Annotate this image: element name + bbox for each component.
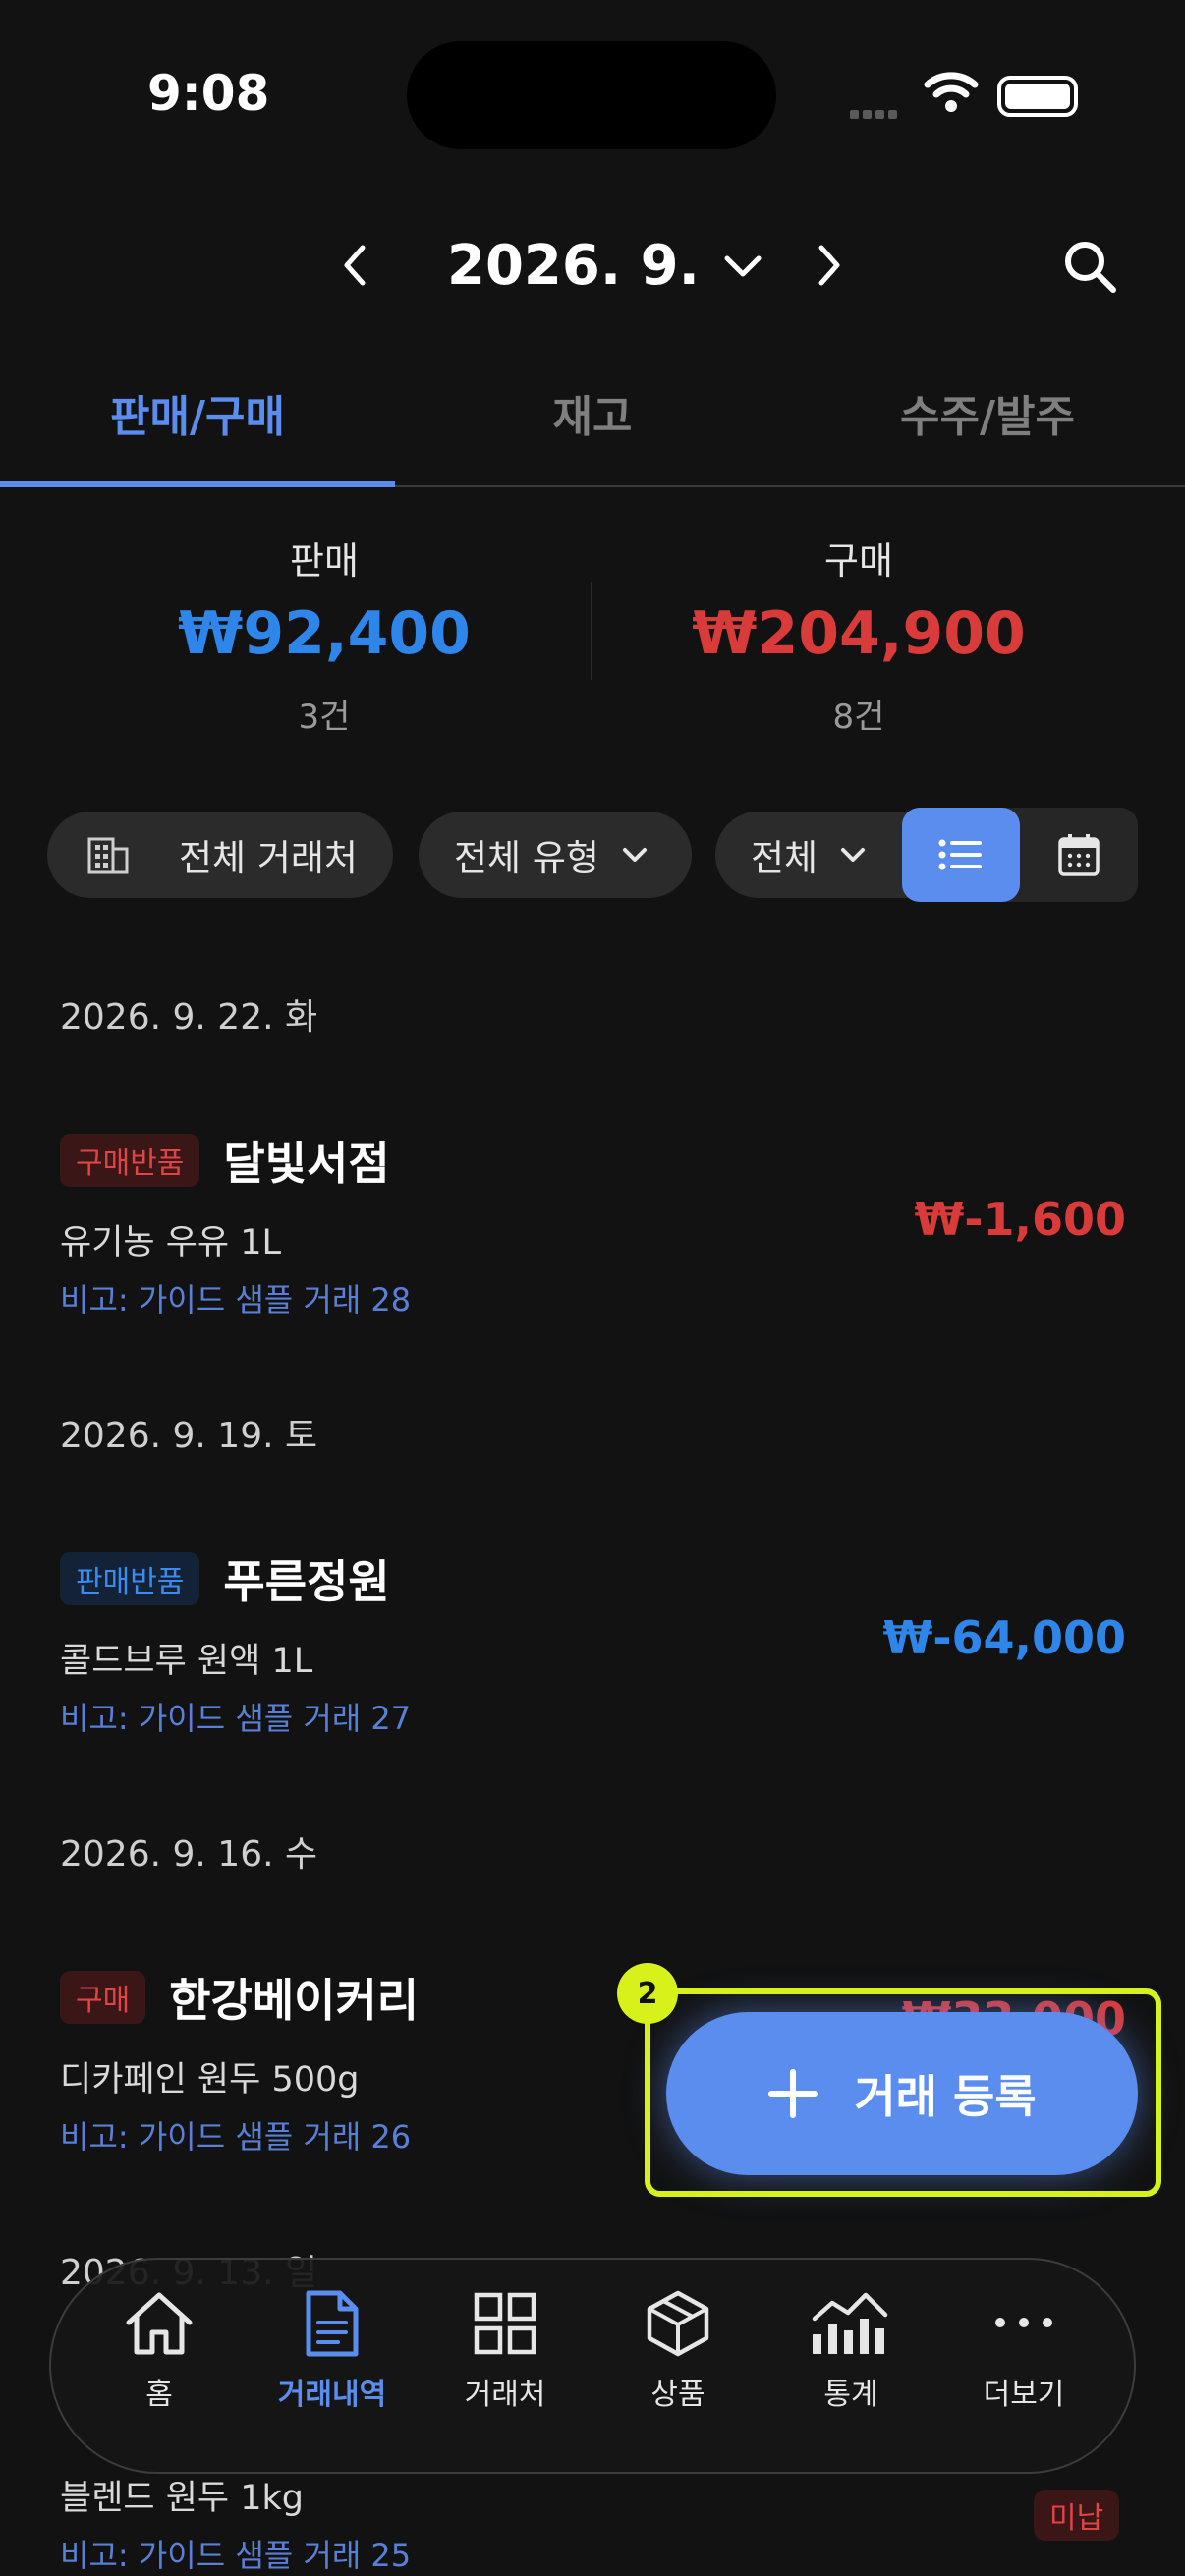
note-text: 비고: 가이드 샘플 거래 26 <box>60 2118 412 2156</box>
vendor-filter-label: 전체 거래처 <box>179 837 358 879</box>
month-label: 2026. 9. <box>447 234 700 298</box>
item-name: 블렌드 원두 1kg <box>60 2479 305 2518</box>
document-icon <box>306 2290 359 2357</box>
item-name: 디카페인 원두 500g <box>60 2060 360 2100</box>
sales-count: 3건 <box>298 698 351 737</box>
type-badge: 판매반품 <box>60 1552 200 1605</box>
note-text: 비고: 가이드 샘플 거래 27 <box>60 1700 412 1737</box>
search-button[interactable] <box>1055 232 1124 301</box>
item-name: 콜드브루 원액 1L <box>60 1642 313 1681</box>
chevron-down-icon <box>724 255 762 276</box>
sales-amount: ₩92,400 <box>178 599 471 668</box>
more-icon <box>995 2318 1052 2327</box>
note-text: 비고: 가이드 샘플 거래 25 <box>60 2537 412 2574</box>
nav-item-stats[interactable]: 통계 <box>764 2289 937 2413</box>
grid-icon <box>474 2292 536 2355</box>
item-name: 유기농 우유 1L <box>60 1223 282 1262</box>
status-time: 9:08 <box>147 65 270 122</box>
chart-icon <box>812 2292 888 2354</box>
nav-item-transactions[interactable]: 거래내역 <box>246 2289 419 2413</box>
list-icon <box>938 839 982 870</box>
nav-label: 거래내역 <box>277 2378 387 2412</box>
dynamic-island <box>407 41 776 149</box>
chevron-down-icon <box>841 848 866 862</box>
nav-item-home[interactable]: 홈 <box>73 2289 246 2413</box>
highlight-frame <box>645 1988 1161 2197</box>
type-badge: 구매반품 <box>60 1134 200 1187</box>
transaction-amount: ₩-64,000 <box>882 1611 1126 1664</box>
type-filter-label: 전체 유형 <box>454 837 599 879</box>
nav-label: 거래처 <box>464 2378 546 2412</box>
status-badge: 미납 <box>1034 2490 1120 2541</box>
calendar-view-button[interactable] <box>1020 808 1138 902</box>
note-text: 비고: 가이드 샘플 거래 28 <box>60 1281 412 1318</box>
chevron-left-icon <box>344 245 366 286</box>
purchase-count: 8건 <box>832 698 885 737</box>
sales-label: 판매 <box>290 539 359 583</box>
list-view-button[interactable] <box>902 808 1020 902</box>
tab-active-indicator <box>0 481 395 487</box>
status-filter[interactable]: 전체 <box>715 812 912 898</box>
purchase-label: 구매 <box>824 539 893 583</box>
vendor-name: 한강베이커리 <box>169 1974 420 2027</box>
transaction-title: 판매반품 푸른정원 <box>60 1546 390 1611</box>
status-filter-label: 전체 <box>751 837 818 879</box>
date-header: 2026. 9. 16. 수 <box>60 1834 318 1875</box>
transaction-title: 구매 한강베이커리 <box>60 1965 419 2030</box>
nav-item-more[interactable]: 더보기 <box>937 2289 1110 2413</box>
nav-label: 통계 <box>823 2378 878 2412</box>
vendor-name: 달빛서점 <box>223 1137 390 1190</box>
tab-inventory[interactable]: 재고 <box>395 381 790 444</box>
nav-label: 홈 <box>145 2378 173 2412</box>
vendor-name: 푸른정원 <box>223 1555 390 1608</box>
nav-item-vendors[interactable]: 거래처 <box>419 2289 592 2413</box>
battery-icon <box>997 76 1078 117</box>
search-icon <box>1065 242 1116 293</box>
date-header: 2026. 9. 19. 토 <box>60 1416 318 1456</box>
nav-label: 더보기 <box>983 2378 1065 2412</box>
building-icon <box>87 837 129 874</box>
box-icon <box>647 2290 709 2357</box>
summary-divider <box>591 582 592 680</box>
transaction-amount: ₩-1,600 <box>914 1193 1126 1246</box>
month-selector[interactable]: 2026. 9. <box>447 234 762 298</box>
nav-item-products[interactable]: 상품 <box>592 2289 764 2413</box>
date-header: 2026. 9. 22. 화 <box>60 997 318 1037</box>
transaction-title: 구매반품 달빛서점 <box>60 1128 390 1193</box>
home-icon <box>126 2292 193 2355</box>
vendor-filter[interactable]: 전체 거래처 <box>47 812 393 898</box>
calendar-icon <box>1058 834 1100 876</box>
purchase-amount: ₩204,900 <box>692 599 1026 668</box>
tab-orders[interactable]: 수주/발주 <box>790 381 1185 444</box>
next-month-button[interactable] <box>801 236 860 295</box>
chevron-right-icon <box>818 245 840 286</box>
nav-label: 상품 <box>650 2378 705 2412</box>
signal-icon <box>850 104 901 123</box>
type-filter[interactable]: 전체 유형 <box>419 812 692 898</box>
type-badge: 구매 <box>60 1971 146 2024</box>
step-number-badge: 2 <box>617 1963 678 2024</box>
prev-month-button[interactable] <box>324 236 383 295</box>
chevron-down-icon <box>622 848 647 862</box>
wifi-icon <box>924 71 979 118</box>
tab-sales-purchase[interactable]: 판매/구매 <box>0 381 395 444</box>
